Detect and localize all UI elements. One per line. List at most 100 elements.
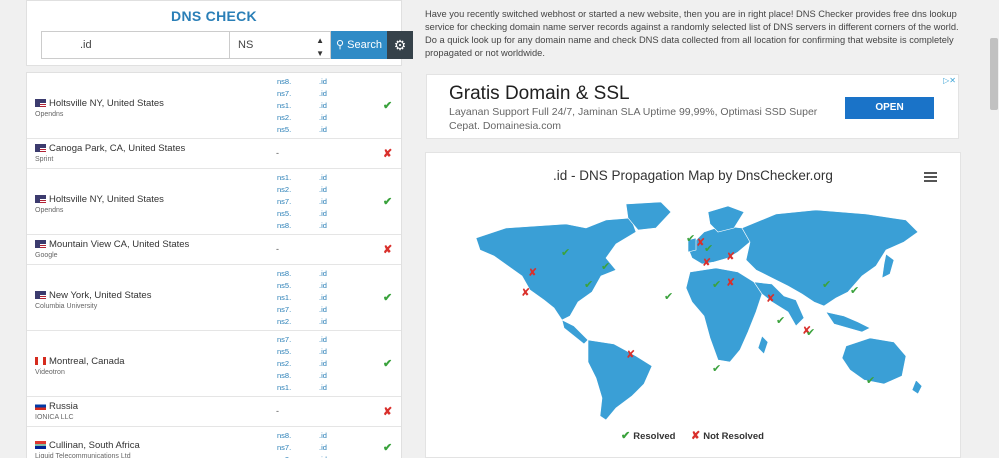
nameserver-suffix: .id: [319, 77, 327, 86]
gears-icon: ⚙: [393, 37, 407, 53]
nameserver-prefix: ns7.: [277, 89, 292, 98]
nameserver-prefix: ns7.: [277, 305, 292, 314]
map-marker-resolved-4: ✔: [686, 232, 695, 245]
domain-input[interactable]: .id: [41, 31, 229, 59]
legend-not-resolved: ✘ Not Resolved: [691, 429, 764, 442]
nameserver-prefix: ns1.: [277, 383, 292, 392]
map-marker-fail-6: ✘: [726, 276, 735, 289]
nameserver-suffix: .id: [319, 281, 327, 290]
nameserver-suffix: .id: [319, 269, 327, 278]
nameserver-prefix: ns5.: [277, 347, 292, 356]
map-marker-fail-9: ✘: [626, 348, 635, 361]
map-title: .id - DNS Propagation Map by DnsChecker.…: [553, 168, 833, 183]
map-marker-fail-1: ✘: [528, 266, 537, 279]
page: DNS CHECK .id NS ▲ ▼ ⚲ Search ⚙ Holtsvill…: [0, 0, 999, 458]
location-label: Mountain View CA, United States: [49, 239, 190, 250]
map-marker-resolved-10: ✔: [776, 314, 785, 327]
no-record-dash: -: [276, 406, 279, 416]
location-label: Russia: [49, 401, 79, 412]
propagation-map-card: .id - DNS Propagation Map by DnsChecker.…: [425, 152, 961, 458]
check-icon: ✔: [383, 100, 393, 112]
check-icon: ✔: [621, 430, 631, 442]
nameserver-suffix: .id: [319, 185, 327, 194]
nameserver-suffix: .id: [319, 209, 327, 218]
legend-resolved: ✔ Resolved: [621, 429, 675, 442]
result-row: Holtsville NY, United States Opendns ns1. n…: [27, 169, 401, 235]
results-list: Holtsville NY, United States Opendns ns8. n…: [26, 72, 402, 458]
map-marker-resolved-5: ✔: [704, 242, 713, 255]
check-icon: ✔: [383, 196, 393, 208]
nameserver-prefix: ns1.: [277, 101, 292, 110]
result-isp: Videotron: [35, 369, 65, 376]
legend-not-resolved-label: Not Resolved: [703, 431, 764, 442]
result-location: Montreal, Canada: [35, 356, 125, 367]
map-marker-resolved-9: ✔: [850, 284, 859, 297]
page-scrollbar[interactable]: [989, 0, 999, 458]
result-isp: Sprint: [35, 156, 54, 163]
search-button[interactable]: ⚲ Search: [331, 31, 387, 59]
nameserver-prefix: ns7.: [277, 197, 292, 206]
search-card: DNS CHECK .id NS ▲ ▼ ⚲ Search ⚙: [26, 0, 413, 66]
nameserver-prefix: ns7.: [277, 443, 292, 452]
location-label: Holtsville NY, United States: [49, 98, 164, 109]
cross-icon: ✘: [691, 430, 701, 442]
nameserver-suffix-list: .id .id .id: [319, 430, 327, 458]
location-label: Cullinan, South Africa: [49, 440, 140, 451]
result-location: Holtsville NY, United States: [35, 194, 164, 205]
nameserver-prefix: ns8.: [277, 221, 292, 230]
result-row: New York, United States Columbia Universi…: [27, 265, 401, 331]
nameserver-list: ns8. ns7. ns1. ns2. ns5.: [277, 76, 291, 136]
ad-open-button[interactable]: OPEN: [845, 97, 934, 119]
settings-button[interactable]: ⚙: [387, 31, 413, 59]
cross-icon: ✘: [383, 406, 393, 418]
nameserver-list: ns8. ns5. ns1. ns7. ns2.: [277, 268, 291, 328]
nameserver-suffix-list: .id .id .id .id .id: [319, 268, 327, 328]
us-flag-icon: [35, 240, 46, 248]
nameserver-suffix: .id: [319, 197, 327, 206]
no-record-dash: -: [276, 244, 279, 254]
nameserver-prefix: ns1.: [277, 293, 292, 302]
nameserver-prefix: ns5.: [277, 281, 292, 290]
ad-title: Gratis Domain & SSL: [449, 83, 630, 104]
result-location: Holtsville NY, United States: [35, 98, 164, 109]
map-marker-resolved-11: ✔: [806, 326, 815, 339]
nameserver-suffix: .id: [319, 317, 327, 326]
cross-icon: ✘: [383, 148, 393, 160]
cross-icon: ✘: [383, 244, 393, 256]
search-button-label: Search: [347, 39, 382, 51]
scrollbar-thumb[interactable]: [990, 38, 998, 110]
result-location: Russia: [35, 401, 78, 412]
nameserver-suffix-list: .id .id .id .id .id: [319, 334, 327, 394]
hamburger-icon[interactable]: [924, 172, 937, 184]
ru-flag-icon: [35, 402, 46, 410]
nameserver-prefix: ns5.: [277, 209, 292, 218]
map-marker-resolved-7: ✔: [664, 290, 673, 303]
record-type-select[interactable]: NS ▲ ▼: [229, 31, 331, 59]
result-row: Montreal, Canada Videotron ns7. ns5. ns2. ns8…: [27, 331, 401, 397]
nameserver-prefix: ns8.: [277, 371, 292, 380]
map-marker-resolved-1: ✔: [561, 246, 570, 259]
us-flag-icon: [35, 291, 46, 299]
nameserver-suffix-list: .id .id .id .id .id: [319, 76, 327, 136]
nameserver-suffix: .id: [319, 101, 327, 110]
result-row: Holtsville NY, United States Opendns ns8. n…: [27, 73, 401, 139]
ad-choices-icon[interactable]: ▷✕: [943, 76, 956, 85]
map-marker-fail-4: ✘: [726, 250, 735, 263]
result-isp: Liquid Telecommunications Ltd: [35, 453, 131, 458]
nameserver-suffix: .id: [319, 89, 327, 98]
select-arrows-icon: ▲ ▼: [316, 36, 324, 58]
nameserver-prefix: ns7.: [277, 335, 292, 344]
nameserver-suffix: .id: [319, 293, 327, 302]
location-label: Montreal, Canada: [49, 356, 125, 367]
nameserver-suffix: .id: [319, 113, 327, 122]
nameserver-suffix: .id: [319, 305, 327, 314]
ad-banner[interactable]: ▷✕ Gratis Domain & SSL Layanan Support F…: [426, 74, 959, 139]
map-marker-resolved-8: ✔: [822, 278, 831, 291]
nameserver-prefix: ns1.: [277, 173, 292, 182]
nameserver-list: ns1. ns2. ns7. ns5. ns8.: [277, 172, 291, 232]
check-icon: ✔: [383, 292, 393, 304]
nameserver-prefix: ns8.: [277, 77, 292, 86]
nameserver-prefix: ns2.: [277, 113, 292, 122]
nameserver-prefix: ns2.: [277, 454, 291, 458]
nameserver-list: ns7. ns5. ns2. ns8. ns1.: [277, 334, 291, 394]
